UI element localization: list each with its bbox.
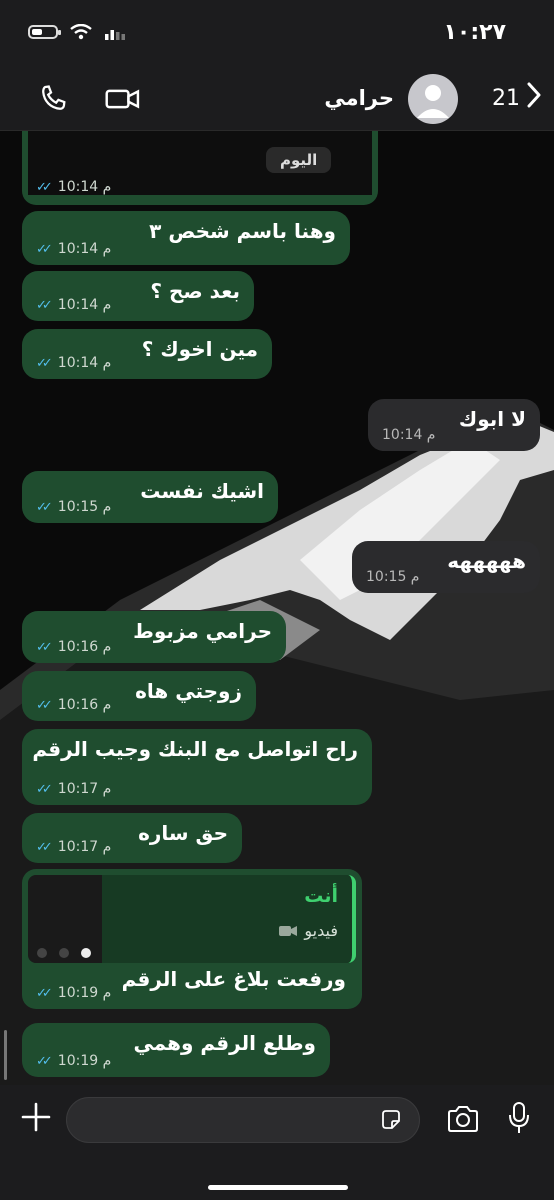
message-time: ✓✓ 10:17 م	[36, 781, 112, 797]
contact-avatar[interactable]	[408, 74, 458, 124]
message-time: ✓✓ 10:14 م	[36, 297, 112, 313]
message-time: ✓✓ 10:19 م	[36, 1053, 112, 1069]
read-receipt-icon: ✓✓	[36, 985, 53, 1001]
read-receipt-icon: ✓✓	[36, 179, 53, 195]
message-list[interactable]: اليوم ✓✓ 10:14 م وهنا باسم شخص ٣ ✓✓ 10:14…	[0, 131, 554, 1085]
message-text: راح اتواصل مع البنك وجيب الرقم	[32, 737, 358, 761]
wifi-icon	[70, 24, 92, 40]
status-icons	[28, 24, 126, 40]
camera-icon[interactable]	[446, 1105, 480, 1133]
read-receipt-icon: ✓✓	[36, 839, 53, 855]
message-time: 10:14 م	[382, 427, 436, 443]
cellular-signal-icon	[105, 30, 125, 40]
message-bubble[interactable]: زوجتي هاه ✓✓ 10:16 م	[22, 671, 256, 721]
message-bubble[interactable]: راح اتواصل مع البنك وجيب الرقم ✓✓ 10:17 م	[22, 729, 372, 805]
sticker-icon[interactable]	[379, 1108, 403, 1132]
message-bubble[interactable]: لا ابوك 10:14 م	[368, 399, 540, 451]
avatar-placeholder-icon	[417, 85, 449, 118]
message-input[interactable]	[66, 1097, 420, 1143]
video-thumbnail[interactable]	[28, 875, 102, 963]
chat-header: حرامي 21	[0, 68, 554, 131]
read-receipt-icon: ✓✓	[36, 697, 53, 713]
unread-count: 21	[492, 85, 520, 111]
reply-message-bubble[interactable]: أنت فيديو ورفعت بلاغ على الرقم ✓✓ 10:19 م	[22, 869, 362, 1009]
video-call-icon[interactable]	[104, 82, 142, 116]
read-receipt-icon: ✓✓	[36, 639, 53, 655]
status-bar: ١٠:٢٧	[0, 0, 554, 68]
plus-icon[interactable]	[20, 1101, 52, 1133]
scrollbar[interactable]	[4, 1030, 7, 1080]
read-receipt-icon: ✓✓	[36, 297, 53, 313]
message-text: وطلع الرقم وهمي	[133, 1031, 316, 1055]
chevron-left-icon	[526, 82, 542, 114]
reply-media-type: فيديو	[278, 921, 338, 940]
read-receipt-icon: ✓✓	[36, 781, 53, 797]
home-indicator[interactable]	[208, 1185, 348, 1190]
message-time: ✓✓ 10:15 م	[36, 499, 112, 515]
message-time: ✓✓ 10:14 م	[36, 179, 112, 195]
reply-author: أنت	[304, 885, 338, 907]
quoted-message[interactable]: أنت فيديو	[28, 875, 356, 963]
read-receipt-icon: ✓✓	[36, 241, 53, 257]
read-receipt-icon: ✓✓	[36, 499, 53, 515]
read-receipt-icon: ✓✓	[36, 355, 53, 371]
message-time: ✓✓ 10:17 م	[36, 839, 112, 855]
message-bubble[interactable]: وهنا باسم شخص ٣ ✓✓ 10:14 م	[22, 211, 350, 265]
message-bubble[interactable]: اشيك نفست ✓✓ 10:15 م	[22, 471, 278, 523]
message-time: 10:15 م	[366, 569, 420, 585]
battery-icon	[28, 25, 61, 39]
message-text: وهنا باسم شخص ٣	[149, 219, 336, 243]
message-text: ورفعت بلاغ على الرقم	[121, 967, 346, 991]
contact-name[interactable]: حرامي	[324, 86, 394, 110]
message-time: ✓✓ 10:16 م	[36, 639, 112, 655]
microphone-icon[interactable]	[508, 1101, 530, 1135]
message-time: ✓✓ 10:19 م	[36, 985, 112, 1001]
message-bubble[interactable]: مين اخوك ؟ ✓✓ 10:14 م	[22, 329, 272, 379]
message-time: ✓✓ 10:14 م	[36, 241, 112, 257]
media-message[interactable]: اليوم ✓✓ 10:14 م	[22, 131, 378, 205]
phone-call-icon[interactable]	[36, 82, 70, 116]
clock: ١٠:٢٧	[443, 20, 506, 45]
composer-bar	[0, 1085, 554, 1200]
message-bubble[interactable]: حق ساره ✓✓ 10:17 م	[22, 813, 242, 863]
message-bubble[interactable]: بعد صح ؟ ✓✓ 10:14 م	[22, 271, 254, 321]
message-bubble[interactable]: هههههه 10:15 م	[352, 541, 540, 593]
day-separator: اليوم	[266, 147, 332, 173]
video-icon	[279, 925, 298, 936]
message-time: ✓✓ 10:16 م	[36, 697, 112, 713]
message-bubble[interactable]: وطلع الرقم وهمي ✓✓ 10:19 م	[22, 1023, 330, 1077]
back-button[interactable]: 21	[492, 82, 542, 114]
message-bubble[interactable]: حرامي مزبوط ✓✓ 10:16 م	[22, 611, 286, 663]
message-time: ✓✓ 10:14 م	[36, 355, 112, 371]
read-receipt-icon: ✓✓	[36, 1053, 53, 1069]
